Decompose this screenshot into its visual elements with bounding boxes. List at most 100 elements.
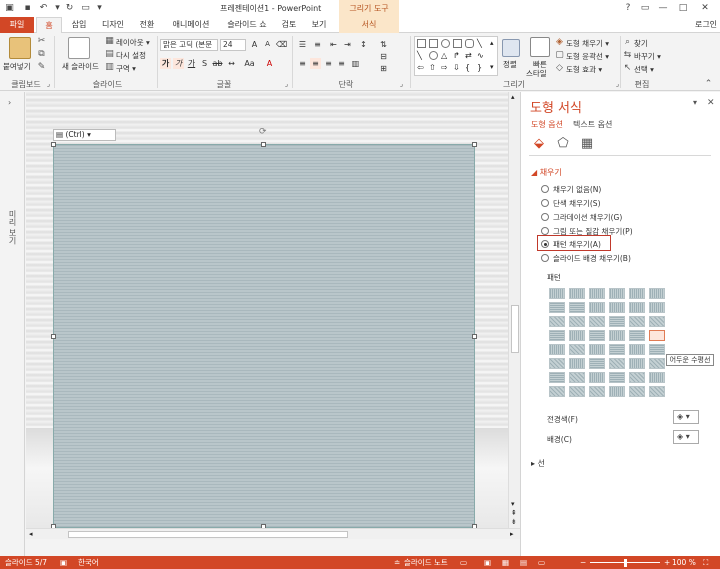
char-spacing-icon[interactable]: ↔ bbox=[226, 58, 237, 69]
close-button[interactable]: ✕ bbox=[698, 2, 712, 14]
notes-button[interactable]: 슬라이드 노트 bbox=[404, 557, 448, 568]
slide-canvas[interactable]: ⟳ ▤ (Ctrl) ▾ bbox=[26, 92, 508, 529]
undo-dropdown-icon[interactable]: ▾ bbox=[52, 3, 63, 14]
tab-text-options[interactable]: 텍스트 옵션 bbox=[573, 119, 612, 130]
pattern-swatch[interactable] bbox=[649, 386, 665, 397]
tab-design[interactable]: 디자인 bbox=[96, 17, 130, 33]
radio-button[interactable] bbox=[541, 199, 549, 207]
pattern-swatch[interactable] bbox=[549, 316, 565, 327]
undo-icon[interactable]: ↶ bbox=[38, 3, 49, 14]
reset-button[interactable]: 다시 설정 bbox=[116, 50, 146, 61]
justify-icon[interactable]: ≡ bbox=[336, 58, 347, 69]
find-button[interactable]: 찾기 bbox=[634, 38, 648, 49]
ribbon-display-options-button[interactable]: ▭ bbox=[638, 2, 652, 14]
smartart-icon[interactable]: ⊞ bbox=[378, 63, 389, 74]
pattern-swatch[interactable] bbox=[569, 288, 585, 299]
pattern-swatch[interactable] bbox=[629, 316, 645, 327]
shape-rect-icon[interactable] bbox=[453, 39, 462, 48]
shape-rect-icon[interactable] bbox=[417, 39, 426, 48]
pattern-swatch[interactable] bbox=[569, 386, 585, 397]
format-painter-icon[interactable]: ✎ bbox=[36, 62, 47, 73]
shape-oval-icon[interactable] bbox=[441, 39, 450, 48]
pattern-swatch[interactable] bbox=[589, 372, 605, 383]
pattern-swatch[interactable] bbox=[569, 302, 585, 313]
pattern-swatch[interactable] bbox=[589, 316, 605, 327]
shape-arrow-icon[interactable]: ⇦ bbox=[417, 63, 426, 72]
reading-view-icon[interactable]: ▤ bbox=[520, 557, 527, 568]
pattern-swatch[interactable] bbox=[629, 330, 645, 341]
shape-brace-icon[interactable]: { bbox=[465, 63, 474, 72]
pattern-swatch[interactable] bbox=[549, 386, 565, 397]
pattern-swatch[interactable] bbox=[569, 358, 585, 369]
tab-insert[interactable]: 삽입 bbox=[66, 17, 92, 33]
decrease-indent-icon[interactable]: ⇤ bbox=[328, 39, 339, 50]
pattern-swatch-dark-horizontal[interactable] bbox=[649, 330, 665, 341]
tab-review[interactable]: 검토 bbox=[276, 17, 302, 33]
quick-styles-label-2[interactable]: 스타일 bbox=[526, 68, 547, 79]
resize-handle[interactable] bbox=[472, 334, 477, 339]
background-color-button[interactable]: ◈ ▾ bbox=[673, 430, 699, 444]
radio-button[interactable] bbox=[541, 213, 549, 221]
pattern-swatch[interactable] bbox=[609, 316, 625, 327]
shape-rect-icon[interactable] bbox=[429, 39, 438, 48]
copy-icon[interactable]: ⧉ bbox=[36, 49, 47, 60]
shrink-font-icon[interactable]: A bbox=[262, 39, 273, 50]
radio-button[interactable] bbox=[541, 185, 549, 193]
pane-options-icon[interactable]: ▾ bbox=[693, 98, 697, 107]
pattern-swatch[interactable] bbox=[649, 316, 665, 327]
paragraph-launcher-icon[interactable]: ⌟ bbox=[396, 79, 407, 90]
shape-line-icon[interactable]: ╲ bbox=[477, 39, 486, 48]
shapes-gallery[interactable]: ╲ ╲ △ ↱ ⇄ ∿ ⇦ ⇧ ⇨ ⇩ { } ▴ ▾ bbox=[414, 36, 498, 76]
pattern-swatch[interactable] bbox=[549, 330, 565, 341]
zoom-in-icon[interactable]: + bbox=[664, 557, 670, 568]
fill-line-category-icon[interactable]: ⬙ bbox=[531, 136, 547, 152]
pattern-swatch[interactable] bbox=[569, 316, 585, 327]
shape-triangle-icon[interactable]: △ bbox=[441, 51, 450, 60]
tab-shape-options[interactable]: 도형 옵션 bbox=[531, 119, 563, 130]
scroll-down-icon[interactable]: ▾ bbox=[511, 500, 515, 508]
pattern-swatch[interactable] bbox=[549, 344, 565, 355]
pattern-swatch[interactable] bbox=[549, 372, 565, 383]
size-properties-category-icon[interactable]: ▦ bbox=[579, 136, 595, 152]
pattern-swatch[interactable] bbox=[589, 358, 605, 369]
expand-thumbnails-icon[interactable]: › bbox=[8, 98, 11, 107]
radio-button[interactable] bbox=[541, 240, 549, 248]
foreground-color-button[interactable]: ◈ ▾ bbox=[673, 410, 699, 424]
save-icon[interactable]: ▪ bbox=[22, 3, 33, 14]
pattern-swatch[interactable] bbox=[589, 344, 605, 355]
pattern-swatch[interactable] bbox=[609, 288, 625, 299]
clear-format-icon[interactable]: ⌫ bbox=[276, 39, 287, 50]
redo-icon[interactable]: ↻ bbox=[64, 3, 75, 14]
resize-handle[interactable] bbox=[51, 334, 56, 339]
spelling-icon[interactable]: ▣ bbox=[60, 557, 67, 568]
radio-button[interactable] bbox=[541, 254, 549, 262]
collapse-ribbon-icon[interactable]: ⌃ bbox=[703, 79, 714, 90]
pattern-swatch[interactable] bbox=[649, 344, 665, 355]
align-center-icon[interactable]: ≡ bbox=[310, 58, 321, 69]
pattern-swatch[interactable] bbox=[569, 330, 585, 341]
horizontal-scroll-thumb[interactable] bbox=[68, 531, 348, 538]
tab-slideshow[interactable]: 슬라이드 쇼 bbox=[222, 17, 272, 33]
resize-handle[interactable] bbox=[472, 142, 477, 147]
maximize-button[interactable]: □ bbox=[676, 2, 690, 14]
bold-icon[interactable]: 가 bbox=[160, 58, 171, 69]
font-launcher-icon[interactable]: ⌟ bbox=[281, 79, 292, 90]
shape-oval-icon[interactable] bbox=[429, 51, 438, 60]
font-color-icon[interactable]: A bbox=[264, 58, 275, 69]
align-right-icon[interactable]: ≡ bbox=[323, 58, 334, 69]
shape-arrow-icon[interactable]: ⇩ bbox=[453, 63, 462, 72]
pattern-swatch[interactable] bbox=[629, 358, 645, 369]
zoom-out-icon[interactable]: − bbox=[580, 557, 586, 568]
line-spacing-icon[interactable]: ↕ bbox=[358, 39, 369, 50]
comments-icon[interactable]: ▭ bbox=[460, 557, 467, 568]
zoom-slider-knob[interactable] bbox=[624, 559, 627, 567]
shape-arrow-icon[interactable]: ⇨ bbox=[441, 63, 450, 72]
shape-effects-button[interactable]: 도형 효과 ▾ bbox=[566, 64, 602, 75]
pattern-swatch[interactable] bbox=[609, 302, 625, 313]
increase-indent-icon[interactable]: ⇥ bbox=[342, 39, 353, 50]
pattern-swatch[interactable] bbox=[609, 372, 625, 383]
pattern-swatch[interactable] bbox=[629, 344, 645, 355]
customize-qat-icon[interactable]: ▾ bbox=[94, 3, 105, 14]
shape-outline-button[interactable]: 도형 윤곽선 ▾ bbox=[566, 51, 609, 62]
pattern-swatch[interactable] bbox=[649, 288, 665, 299]
